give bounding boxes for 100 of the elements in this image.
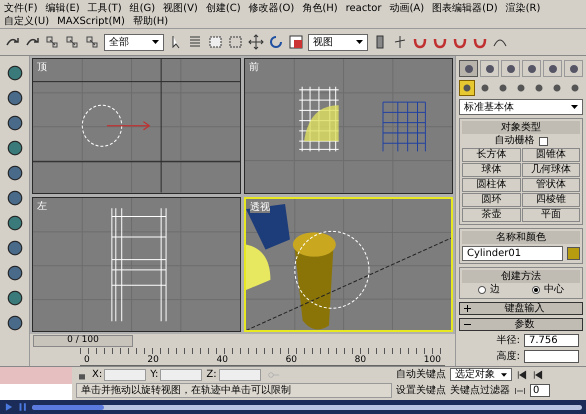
auto-key-button[interactable]: 自动关键点 xyxy=(396,367,446,382)
panel-tab[interactable] xyxy=(522,60,541,77)
menu-item[interactable]: 组(G) xyxy=(130,2,156,15)
viewport[interactable]: 前 xyxy=(244,58,453,194)
menu-item[interactable]: MAXScript(M) xyxy=(57,15,125,28)
menu-item[interactable]: 编辑(E) xyxy=(46,2,80,15)
link-icon xyxy=(64,34,80,50)
panel-tab[interactable] xyxy=(480,60,499,77)
rectangle-icon xyxy=(228,34,244,50)
play-icon xyxy=(4,402,14,412)
viewport-label: 左 xyxy=(37,202,47,212)
panel-tab[interactable] xyxy=(564,60,583,77)
circle-icon xyxy=(568,62,580,74)
menu-item[interactable]: reactor xyxy=(346,2,382,15)
status-text: 单击并拖动以旋转视图，在轨迹中单击可以限制 xyxy=(76,383,392,398)
name-field[interactable]: Cylinder01 xyxy=(462,246,563,261)
timeline-tick-label: 20 xyxy=(147,356,159,365)
coordinate-field[interactable] xyxy=(218,368,261,380)
parameter-label: 高度: xyxy=(496,350,520,362)
timeline-tick-label: 100 xyxy=(424,356,441,365)
menu-item[interactable]: 视图(V) xyxy=(163,2,198,15)
menu-item[interactable]: 工具(T) xyxy=(88,2,122,15)
rollout-title: 创建方法 xyxy=(462,270,580,283)
coordinate-label: X: xyxy=(92,368,102,382)
checkbox[interactable] xyxy=(538,136,548,146)
menu-item[interactable]: 创建(C) xyxy=(206,2,241,15)
rollout-header[interactable]: 参数 xyxy=(459,318,583,331)
viewport[interactable]: 顶 xyxy=(32,58,241,194)
timeline-tick-label: 60 xyxy=(286,356,298,365)
spinner-field[interactable]: 7.756 xyxy=(524,334,579,347)
parameter-label: 半径: xyxy=(496,334,520,346)
viewport[interactable]: 左 xyxy=(32,196,241,332)
radio-label: 中心 xyxy=(544,284,564,296)
spinner-field[interactable] xyxy=(524,350,579,363)
menu-item[interactable]: 文件(F) xyxy=(4,2,38,15)
object-type-button[interactable]: 茶壶 xyxy=(462,208,520,222)
key-mode-dropdown[interactable]: 选定对象 xyxy=(450,368,512,381)
menu-item[interactable]: 动画(A) xyxy=(389,2,424,15)
object-type-button[interactable]: 四棱锥 xyxy=(522,193,580,207)
circle-gizmo-drawing xyxy=(82,104,150,147)
caret-icon xyxy=(356,40,363,44)
circle-icon xyxy=(546,62,558,74)
object-type-button[interactable]: 圆锥体 xyxy=(522,148,580,162)
rollout-title: 对象类型 xyxy=(462,121,580,134)
rollout-title: 名称和颜色 xyxy=(462,231,580,244)
menu-item[interactable]: 帮助(H) xyxy=(132,15,168,28)
caret-icon xyxy=(501,372,507,376)
frame-field[interactable]: 0 xyxy=(530,384,550,397)
timeline-tick-label: 80 xyxy=(354,356,366,365)
set-key-button[interactable]: 设置关键点 xyxy=(396,383,446,398)
object-category-dropdown[interactable]: 标准基本体 xyxy=(459,99,583,115)
plus-icon xyxy=(464,305,471,312)
panel-tab[interactable] xyxy=(459,60,478,77)
viewport[interactable]: 透视 xyxy=(244,196,453,332)
coordinate-field[interactable] xyxy=(104,368,146,380)
category-button[interactable] xyxy=(459,80,475,96)
rollout-header[interactable]: 键盘输入 xyxy=(459,302,583,315)
go-to-start-icon xyxy=(516,368,528,380)
rotate-icon xyxy=(268,34,284,50)
menu-item[interactable]: 自定义(U) xyxy=(4,15,50,28)
coordinate-field[interactable] xyxy=(160,368,202,380)
timeline-tick-label: 0 xyxy=(84,356,90,365)
panel-tab[interactable] xyxy=(543,60,562,77)
menu-item[interactable]: 图表编辑器(D) xyxy=(432,2,498,15)
minus-icon xyxy=(464,321,471,328)
menu-item[interactable]: 渲染(R) xyxy=(506,2,540,15)
selection-filter-dropdown[interactable]: 全部 xyxy=(104,34,164,50)
pause-icon xyxy=(18,402,28,412)
viewport-label: 透视 xyxy=(250,202,270,212)
link-icon xyxy=(84,34,100,50)
object-type-button[interactable]: 长方体 xyxy=(462,148,520,162)
object-type-button[interactable]: 几何球体 xyxy=(522,163,580,177)
frame-counter[interactable]: 0 / 100 xyxy=(33,335,133,347)
reference-coordinate-dropdown[interactable]: 视图 xyxy=(308,34,368,50)
circle-icon xyxy=(498,83,508,93)
object-type-button[interactable]: 圆环 xyxy=(462,193,520,207)
color-swatch[interactable] xyxy=(567,247,580,260)
radio-button[interactable] xyxy=(478,286,486,294)
object-type-button[interactable]: 圆柱体 xyxy=(462,178,520,192)
panel-tab[interactable] xyxy=(501,60,520,77)
circle-icon xyxy=(462,83,472,93)
radio-button[interactable] xyxy=(532,286,540,294)
listener-panel xyxy=(0,384,72,400)
rectangle-icon xyxy=(208,34,224,50)
key-filters-button[interactable]: 关键点过滤器 xyxy=(450,383,510,398)
viewport-label: 前 xyxy=(249,63,259,73)
circle-icon xyxy=(526,62,538,74)
move-icon xyxy=(248,34,264,50)
checkbox-label: 自动栅格 xyxy=(494,135,534,147)
object-type-button[interactable]: 球体 xyxy=(462,163,520,177)
previous-frame-icon xyxy=(532,368,544,380)
object-type-button[interactable]: 平面 xyxy=(522,208,580,222)
listener-panel xyxy=(0,367,72,384)
circle-icon xyxy=(504,62,516,74)
menu-item[interactable]: 角色(H) xyxy=(302,2,338,15)
circle-icon xyxy=(480,83,490,93)
object-type-button[interactable]: 管状体 xyxy=(522,178,580,192)
timeline-tick-label: 40 xyxy=(216,356,228,365)
circle-icon xyxy=(516,83,526,93)
menu-item[interactable]: 修改器(O) xyxy=(248,2,294,15)
